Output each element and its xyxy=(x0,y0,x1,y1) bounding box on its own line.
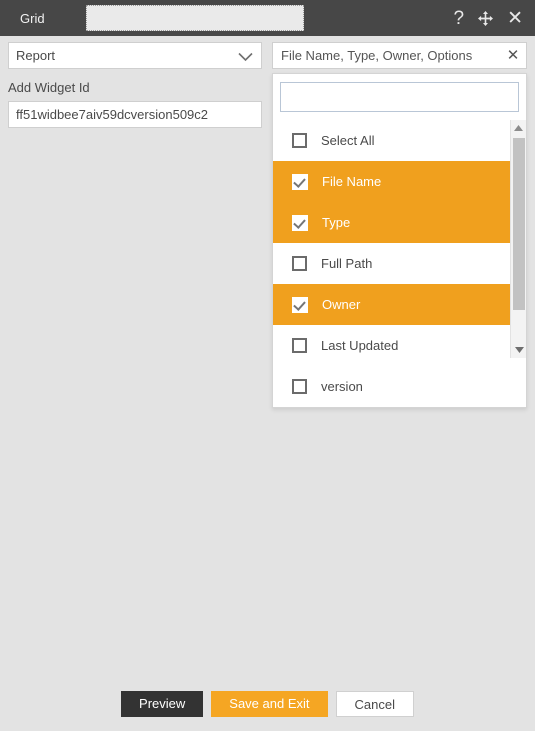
option-label: Select All xyxy=(321,133,375,148)
multiselect-option-version[interactable]: version xyxy=(273,366,526,407)
multiselect-option-file-name[interactable]: File Name xyxy=(273,161,526,202)
save-and-exit-button[interactable]: Save and Exit xyxy=(211,691,328,717)
report-select[interactable]: Report xyxy=(8,42,262,69)
option-label: Owner xyxy=(322,297,361,312)
checkbox-checked-icon[interactable] xyxy=(292,296,308,313)
clear-selection-icon[interactable]: ✕ xyxy=(500,48,526,63)
caret-down-icon[interactable] xyxy=(511,342,527,358)
multiselect-option-last-updated[interactable]: Last Updated xyxy=(273,325,526,366)
multiselect-option-owner[interactable]: Owner xyxy=(273,284,526,325)
multiselect-option-list: Select All File Name Type Full Path Owne… xyxy=(273,120,526,407)
column-multiselect: File Name, Type, Owner, Options ✕ Select… xyxy=(272,42,527,408)
multiselect-dropdown-panel: Select All File Name Type Full Path Owne… xyxy=(272,73,527,408)
option-label: File Name xyxy=(322,174,382,189)
checkbox-unchecked-icon[interactable] xyxy=(292,256,307,271)
widget-id-label: Add Widget Id xyxy=(8,80,90,95)
checkbox-checked-icon[interactable] xyxy=(292,214,308,231)
report-select-wrapper: Report xyxy=(8,42,262,69)
multiselect-list-wrapper: Select All File Name Type Full Path Owne… xyxy=(273,120,526,407)
checkbox-unchecked-icon[interactable] xyxy=(292,133,307,148)
multiselect-option-type[interactable]: Type xyxy=(273,202,526,243)
left-settings-column: Report Add Widget Id xyxy=(8,42,262,128)
titlebar-icon-group: ? ✕ xyxy=(454,9,524,28)
option-label: Last Updated xyxy=(321,338,399,353)
multiselect-scrollbar[interactable] xyxy=(510,120,526,358)
cancel-button[interactable]: Cancel xyxy=(335,691,414,717)
window-title: Grid xyxy=(20,10,45,26)
option-label: Full Path xyxy=(321,256,373,271)
option-label: Type xyxy=(322,215,351,230)
preview-button[interactable]: Preview xyxy=(121,691,204,717)
checkbox-unchecked-icon[interactable] xyxy=(292,338,307,353)
checkbox-unchecked-icon[interactable] xyxy=(292,379,307,394)
option-label: version xyxy=(321,379,363,394)
caret-up-icon[interactable] xyxy=(511,120,526,136)
widget-id-input[interactable] xyxy=(8,101,262,128)
footer-button-bar: Preview Save and Exit Cancel xyxy=(0,691,535,717)
window-titlebar: Grid ? ✕ xyxy=(0,0,535,36)
multiselect-token-field[interactable]: File Name, Type, Owner, Options ✕ xyxy=(272,42,527,69)
multiselect-selected-summary: File Name, Type, Owner, Options xyxy=(281,48,473,63)
help-icon[interactable]: ? xyxy=(454,9,465,28)
multiselect-option-select-all[interactable]: Select All xyxy=(273,120,526,161)
scrollbar-thumb[interactable] xyxy=(513,138,525,310)
close-icon[interactable]: ✕ xyxy=(507,9,523,28)
move-arrows-icon[interactable] xyxy=(477,10,494,27)
checkbox-checked-icon[interactable] xyxy=(292,173,308,190)
multiselect-search-input[interactable] xyxy=(280,82,519,112)
multiselect-option-full-path[interactable]: Full Path xyxy=(273,243,526,284)
titlebar-search-input[interactable] xyxy=(86,5,304,31)
